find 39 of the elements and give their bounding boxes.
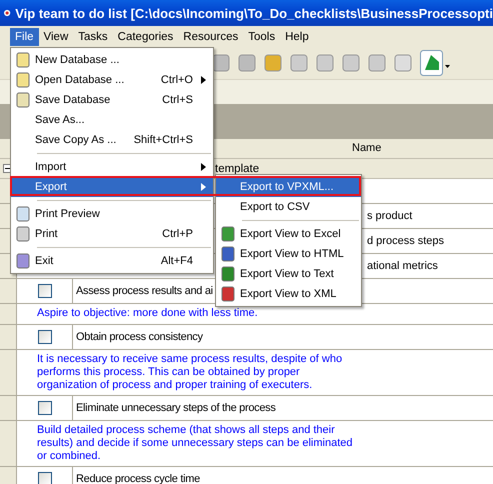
- menu-item[interactable]: Export View to Text: [216, 264, 361, 284]
- menu-item[interactable]: Export View to XML: [216, 284, 361, 304]
- checkbox[interactable]: [38, 330, 52, 344]
- menu-bar-item[interactable]: Resources: [178, 28, 244, 46]
- checkbox[interactable]: [38, 284, 52, 298]
- submenu-arrow-icon: [201, 76, 206, 84]
- menu-bar-item[interactable]: Tasks: [73, 28, 113, 46]
- group-label: template: [215, 162, 260, 174]
- checkbox[interactable]: [38, 472, 52, 484]
- submenu-arrow-icon: [201, 163, 206, 171]
- task-text: Obtain process consistency: [76, 331, 203, 343]
- task-text: Assess process results and ai: [76, 285, 213, 297]
- menu-bar-item[interactable]: Tools: [243, 28, 280, 46]
- menu-item[interactable]: Save Database Ctrl+S: [11, 90, 213, 110]
- task-note: It is necessary to receive same process results, despite of who performs this process. This can be obtained by proper organization of process and proper training of executers.: [36, 352, 344, 393]
- menu-item[interactable]: Save Copy As ... Shift+Ctrl+S: [11, 130, 213, 150]
- menu-item[interactable]: Print Ctrl+P: [11, 224, 213, 244]
- task-note: Aspire to objective: more done with less time.: [36, 306, 259, 321]
- column-header[interactable]: Name: [352, 139, 382, 158]
- task-text: Reduce process cycle time: [76, 473, 200, 484]
- checkbox[interactable]: [38, 401, 52, 415]
- window-title: Vip team to do list [C:\docs\Incoming\To_Do_checklists\BusinessProcessopti: [15, 6, 493, 20]
- task-text: d process steps: [367, 235, 444, 247]
- menu-item[interactable]: Export View to HTML: [216, 244, 361, 264]
- task-text: s product: [367, 210, 412, 222]
- menu-item[interactable]: Export View to Excel: [216, 224, 361, 244]
- menu-bar-item[interactable]: View: [38, 28, 74, 46]
- menu-bar-item[interactable]: File: [10, 28, 39, 46]
- menu-item[interactable]: Export to CSV: [216, 197, 361, 217]
- menu-bar-item[interactable]: Help: [280, 28, 314, 46]
- menu-item[interactable]: Open Database ... Ctrl+O: [11, 70, 213, 90]
- task-text: Eliminate unnecessary steps of the process: [76, 402, 276, 414]
- menu-item[interactable]: Import: [11, 157, 213, 177]
- submenu-arrow-icon: [201, 183, 206, 191]
- task-note: Build detailed process scheme (that shows all steps and their results) and decide if some unnecessary steps can be eliminated or combined.: [36, 423, 354, 464]
- menu-item[interactable]: Exit Alt+F4: [11, 251, 213, 271]
- menu-bar-item[interactable]: Categories: [112, 28, 178, 46]
- task-text: ational metrics: [367, 260, 438, 272]
- menu-item[interactable]: Print Preview: [11, 204, 213, 224]
